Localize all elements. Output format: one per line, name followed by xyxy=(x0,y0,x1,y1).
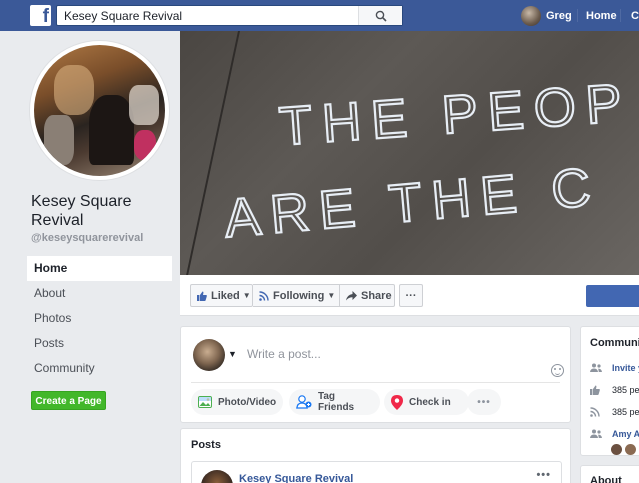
follows-count-row: 385 pe xyxy=(590,407,639,417)
home-link[interactable]: Home xyxy=(586,10,617,22)
share-button[interactable]: Share xyxy=(340,284,395,307)
about-heading: About xyxy=(590,475,622,483)
page-navigation: Home About Photos Posts Community xyxy=(27,256,172,381)
page-username[interactable]: @keseysquarerevival xyxy=(31,232,143,244)
avatar[interactable] xyxy=(193,339,225,371)
profile-shortcut[interactable]: Greg xyxy=(521,5,572,26)
divider xyxy=(191,382,560,383)
avatar[interactable] xyxy=(611,444,622,455)
photo-icon xyxy=(198,396,212,408)
rss-icon xyxy=(590,407,603,417)
location-pin-icon xyxy=(391,394,403,410)
search-button[interactable] xyxy=(358,6,402,25)
search-query-text[interactable]: Kesey Square Revival xyxy=(64,9,182,23)
top-navigation-bar: f Kesey Square Revival Greg Home C xyxy=(0,0,639,31)
posts-heading: Posts xyxy=(191,439,221,451)
create-link-truncated[interactable]: C xyxy=(631,10,639,22)
posts-section: Posts Kesey Square Revival ••• xyxy=(180,428,571,483)
following-button[interactable]: Following ▼ xyxy=(253,284,340,307)
facebook-logo-glyph: f xyxy=(42,6,49,27)
share-arrow-icon xyxy=(346,290,357,301)
avatar xyxy=(521,5,541,26)
avatar[interactable] xyxy=(625,444,636,455)
invite-link[interactable]: Invite y xyxy=(612,363,639,373)
primary-action-button[interactable] xyxy=(586,285,639,307)
people-icon xyxy=(590,429,603,439)
follows-count: 385 pe xyxy=(612,407,639,417)
thumbs-up-icon xyxy=(590,385,603,395)
user-name: Greg xyxy=(546,9,572,22)
cover-photo[interactable]: THE PEOP ARE THE C xyxy=(180,31,639,275)
chevron-down-icon: ▼ xyxy=(327,291,336,300)
post-author-link[interactable]: Kesey Square Revival xyxy=(239,473,353,483)
chalk-line-2: ARE THE C xyxy=(222,156,603,249)
tag-friends-label: Tag Friends xyxy=(318,391,355,413)
community-card: Communi Invite y 385 pe 385 pe Amy A xyxy=(580,326,639,456)
likes-count: 385 pe xyxy=(612,385,639,395)
liked-button[interactable]: Liked ▼ xyxy=(190,284,253,307)
tag-friends-icon xyxy=(296,395,312,409)
chevron-down-icon[interactable]: ▼ xyxy=(228,349,237,359)
emoji-icon[interactable] xyxy=(551,364,564,377)
friends-like-row[interactable]: Amy A xyxy=(590,429,639,439)
nav-item-about[interactable]: About xyxy=(27,281,172,306)
search-icon xyxy=(375,10,387,22)
people-icon xyxy=(590,363,603,373)
tag-friends-button[interactable]: Tag Friends xyxy=(289,389,380,415)
page-profile-picture[interactable] xyxy=(29,40,170,181)
likes-count-row: 385 pe xyxy=(590,385,639,395)
search-input[interactable]: Kesey Square Revival xyxy=(56,5,403,26)
chevron-down-icon: ▼ xyxy=(242,291,251,300)
avatar[interactable] xyxy=(201,470,233,483)
nav-item-posts[interactable]: Posts xyxy=(27,331,172,356)
profile-photo xyxy=(34,45,165,176)
page-actions-bar: Liked ▼ Following ▼ Share ··· xyxy=(180,275,639,316)
divider xyxy=(620,9,621,22)
more-options-button[interactable]: ··· xyxy=(399,284,423,307)
facebook-logo[interactable]: f xyxy=(30,5,51,27)
about-card: About xyxy=(580,465,639,483)
following-label: Following xyxy=(273,289,325,302)
rss-icon xyxy=(259,290,269,301)
nav-item-photos[interactable]: Photos xyxy=(27,306,172,331)
photo-video-button[interactable]: Photo/Video xyxy=(191,389,283,415)
more-composer-options-button[interactable]: ••• xyxy=(467,389,501,415)
page-title[interactable]: Kesey Square Revival xyxy=(31,192,171,230)
friend-name-link[interactable]: Amy A xyxy=(612,429,639,439)
post-options-button[interactable]: ••• xyxy=(536,469,551,481)
chalk-line-1: THE PEOP xyxy=(277,73,633,157)
chalk-writing: THE PEOP ARE THE C xyxy=(221,71,635,250)
invite-friends-row[interactable]: Invite y xyxy=(590,363,639,373)
post-card: Kesey Square Revival ••• xyxy=(191,461,562,483)
thumbs-up-icon xyxy=(197,291,207,301)
create-page-button[interactable]: Create a Page xyxy=(31,391,106,410)
share-label: Share xyxy=(361,289,392,302)
photo-video-label: Photo/Video xyxy=(218,396,277,408)
community-heading: Communi xyxy=(590,337,639,349)
liked-label: Liked xyxy=(211,289,240,302)
nav-item-home[interactable]: Home xyxy=(27,256,172,281)
check-in-button[interactable]: Check in xyxy=(384,389,469,415)
divider xyxy=(577,9,578,22)
check-in-label: Check in xyxy=(409,396,451,408)
post-composer: ▼ Write a post... Photo/Video Tag Friend… xyxy=(180,326,571,423)
write-post-input[interactable]: Write a post... xyxy=(247,347,321,361)
nav-item-community[interactable]: Community xyxy=(27,356,172,381)
